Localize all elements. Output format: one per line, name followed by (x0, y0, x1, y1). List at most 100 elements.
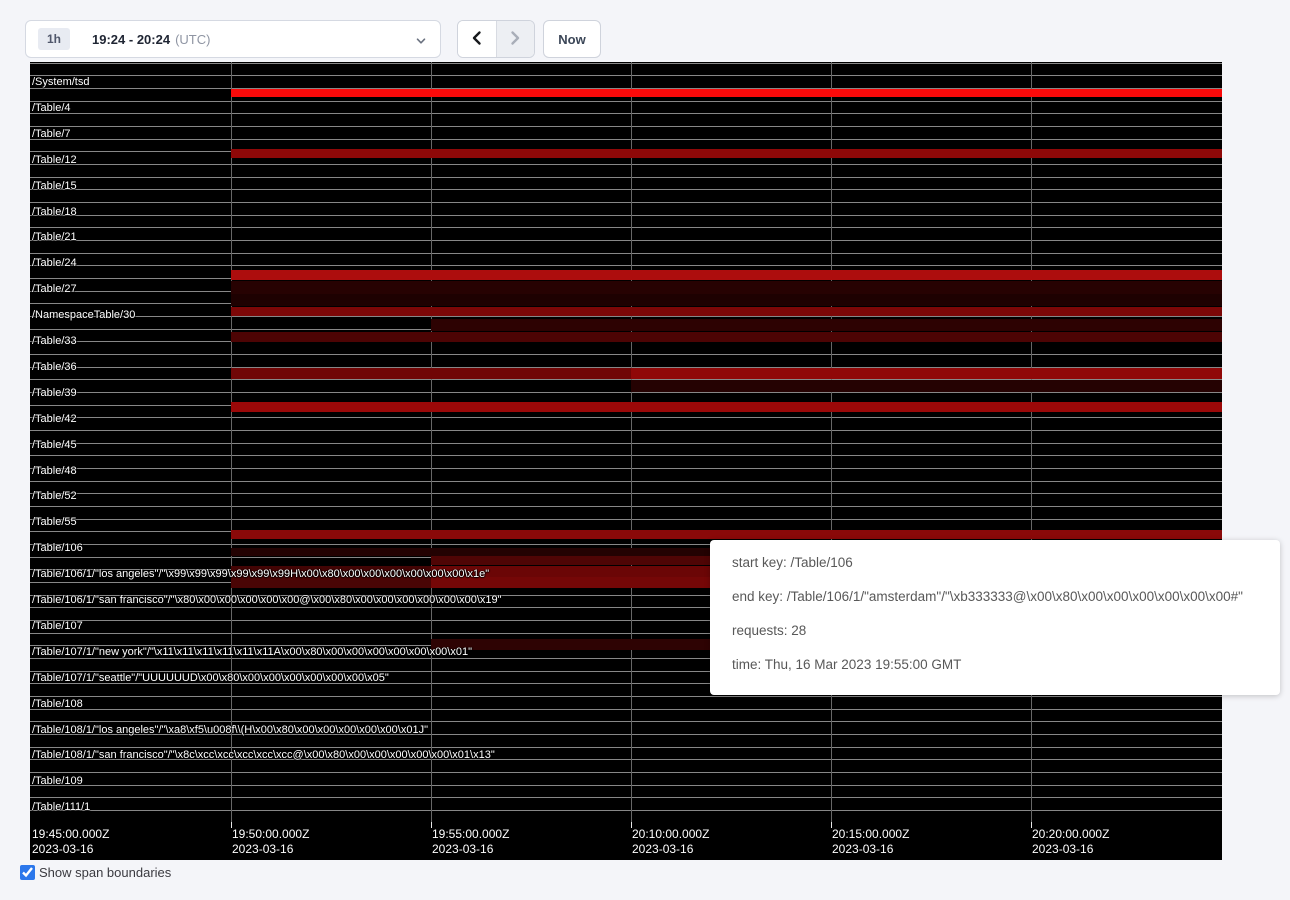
row-label: /Table/15 (32, 180, 77, 192)
time-range-duration-badge: 1h (38, 28, 70, 50)
hover-tooltip: start key: /Table/106 end key: /Table/10… (710, 540, 1280, 695)
row-label: /Table/109 (32, 775, 83, 787)
row-label: /Table/4 (32, 102, 71, 114)
span-boundary-line (30, 101, 1222, 102)
time-range-text: 19:24 - 20:24 (92, 32, 170, 47)
span-boundary-line (30, 240, 1222, 241)
x-axis: 19:45:00.000Z2023-03-16 19:50:00.000Z2023… (30, 822, 1222, 860)
heat-band (231, 281, 1222, 294)
tooltip-start-key: start key: /Table/106 (732, 546, 1266, 580)
row-label: /Table/7 (32, 128, 71, 140)
row-label: /Table/52 (32, 490, 77, 502)
row-label: /Table/36 (32, 361, 77, 373)
span-boundary-line (30, 709, 1222, 710)
span-boundary-line (30, 430, 1222, 431)
row-label: /Table/12 (32, 154, 77, 166)
span-boundary-line (30, 417, 1222, 418)
row-label: /Table/39 (32, 387, 77, 399)
row-label: /Table/18 (32, 206, 77, 218)
time-gridline (631, 62, 632, 822)
now-button[interactable]: Now (543, 20, 601, 58)
heat-band (231, 149, 1222, 158)
heat-band (231, 89, 1222, 98)
span-boundary-line (30, 202, 1222, 203)
span-boundary-line (30, 772, 1222, 773)
heat-band (631, 368, 1222, 379)
time-gridline (831, 62, 832, 822)
span-boundary-line (30, 481, 1222, 482)
row-label: /Table/55 (32, 516, 77, 528)
span-boundary-line (30, 75, 1222, 76)
time-range-timezone: (UTC) (175, 32, 210, 47)
x-axis-label: 20:20:00.000Z2023-03-16 (1032, 827, 1109, 857)
prev-range-button[interactable] (458, 21, 497, 57)
row-label: /Table/108 (32, 698, 83, 710)
row-label: /NamespaceTable/30 (32, 309, 135, 321)
span-boundary-line (30, 785, 1222, 786)
time-range-select[interactable]: 1h 19:24 - 20:24 (UTC) (25, 20, 441, 58)
span-boundary-line (30, 696, 1222, 697)
span-boundary-line (30, 139, 1222, 140)
span-boundary-line (30, 721, 1222, 722)
row-label: /Table/21 (32, 231, 77, 243)
span-boundary-line (30, 227, 1222, 228)
chevron-down-icon (415, 34, 427, 52)
time-gridline (231, 62, 232, 822)
span-boundary-line (30, 354, 1222, 355)
tooltip-requests: requests: 28 (732, 614, 1266, 648)
heat-band (231, 270, 1222, 281)
chevron-right-icon (507, 30, 523, 49)
span-boundary-line (30, 506, 1222, 507)
span-boundary-line (30, 215, 1222, 216)
span-boundary-line (30, 797, 1222, 798)
span-boundary-line (30, 164, 1222, 165)
x-axis-label: 19:55:00.000Z2023-03-16 (432, 827, 509, 857)
heat-band (231, 402, 1222, 412)
row-label: /Table/106/1/"san francisco"/"\x80\x00\x… (32, 594, 502, 606)
span-boundary-line (30, 747, 1222, 748)
span-boundary-line (30, 455, 1222, 456)
span-boundary-line (30, 443, 1222, 444)
show-span-boundaries-control[interactable]: Show span boundaries (20, 865, 171, 880)
key-visualizer-canvas[interactable]: /System/tsd/Table/4/Table/7/Table/12/Tab… (30, 62, 1222, 860)
x-axis-label: 20:10:00.000Z2023-03-16 (632, 827, 709, 857)
heat-band (231, 332, 1222, 342)
x-axis-label: 19:50:00.000Z2023-03-16 (232, 827, 309, 857)
time-nav-button-group (457, 20, 535, 58)
chevron-left-icon (469, 30, 485, 49)
row-label: /Table/48 (32, 465, 77, 477)
span-boundary-line (30, 265, 1222, 266)
row-label: /Table/24 (32, 257, 77, 269)
next-range-button[interactable] (497, 21, 535, 57)
span-boundary-line (30, 253, 1222, 254)
row-label: /Table/106/1/"los angeles"/"\x99\x99\x99… (32, 568, 489, 580)
time-gridline (431, 62, 432, 822)
span-boundary-line (30, 493, 1222, 494)
row-label: /Table/45 (32, 439, 77, 451)
row-label: /Table/108/1/"san francisco"/"\x8c\xcc\x… (32, 749, 495, 761)
heat-band (231, 530, 1222, 539)
row-label: /Table/111/1 (32, 801, 90, 813)
span-boundary-line (30, 468, 1222, 469)
show-span-boundaries-checkbox[interactable] (20, 865, 35, 880)
row-label: /System/tsd (32, 76, 89, 88)
heat-band (231, 294, 1222, 306)
tooltip-end-key: end key: /Table/106/1/"amsterdam"/"\xb33… (732, 580, 1266, 614)
span-boundary-line (30, 519, 1222, 520)
span-boundary-line (30, 189, 1222, 190)
span-boundary-line (30, 126, 1222, 127)
row-label: /Table/107/1/"seattle"/"UUUUUUD\x00\x80\… (32, 672, 389, 684)
x-axis-label: 19:45:00.000Z2023-03-16 (32, 827, 109, 857)
row-label: /Table/33 (32, 335, 77, 347)
heat-band (431, 319, 1222, 331)
row-label: /Table/108/1/"los angeles"/"\xa8\xf5\u00… (32, 724, 428, 736)
row-label: /Table/107/1/"new york"/"\x11\x11\x11\x1… (32, 646, 472, 658)
span-boundary-line (30, 810, 1222, 811)
tooltip-time: time: Thu, 16 Mar 2023 19:55:00 GMT (732, 648, 1266, 682)
heat-band (231, 368, 631, 379)
row-label: /Table/107 (32, 620, 83, 632)
row-label: /Table/106 (32, 542, 83, 554)
span-boundary-line (30, 113, 1222, 114)
heat-band (631, 380, 1222, 392)
heatmap-plot: /System/tsd/Table/4/Table/7/Table/12/Tab… (30, 62, 1222, 822)
